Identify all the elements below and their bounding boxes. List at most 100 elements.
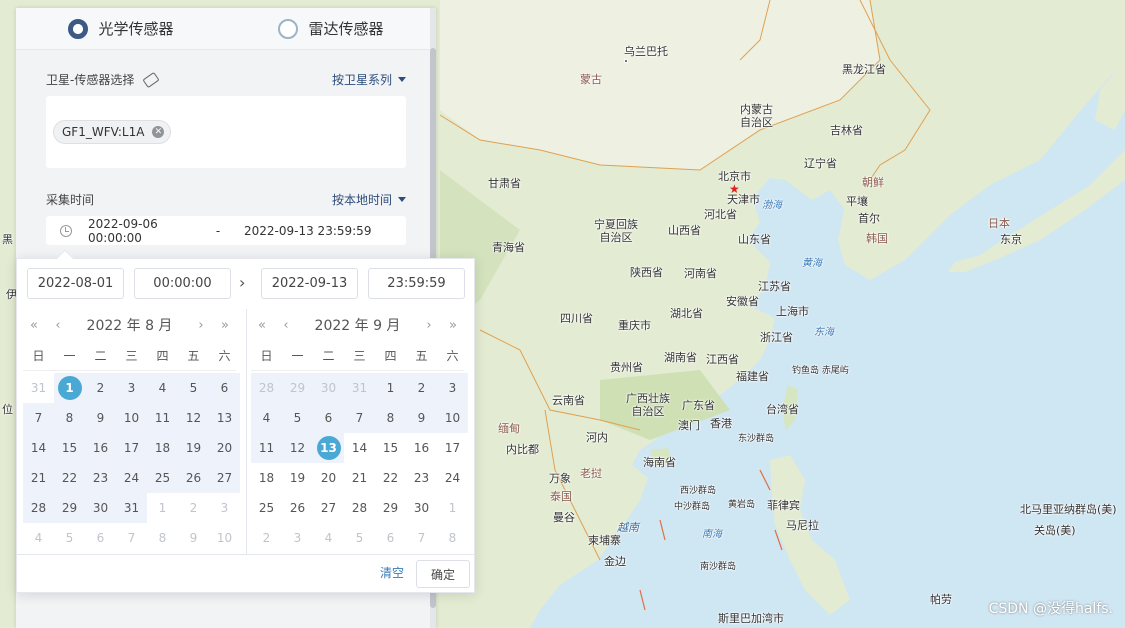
calendar-day[interactable]: 5 [54, 523, 85, 553]
next-month-icon[interactable]: › [192, 318, 210, 333]
calendar-day[interactable]: 21 [23, 463, 54, 493]
calendar-day[interactable]: 31 [344, 373, 375, 403]
calendar-day[interactable]: 16 [85, 433, 116, 463]
calendar-day[interactable]: 10 [437, 403, 468, 433]
calendar-day[interactable]: 9 [178, 523, 209, 553]
satellite-series-dropdown[interactable]: 按卫星系列 [332, 71, 406, 88]
tag-close-icon[interactable]: ✕ [152, 126, 165, 138]
calendar-day[interactable]: 23 [85, 463, 116, 493]
calendar-day[interactable]: 4 [23, 523, 54, 553]
calendar-day[interactable]: 3 [282, 523, 313, 553]
calendar-day[interactable]: 22 [54, 463, 85, 493]
calendar-day[interactable]: 17 [437, 433, 468, 463]
calendar-day[interactable]: 5 [344, 523, 375, 553]
calendar-day[interactable]: 19 [178, 433, 209, 463]
datetime-range-input[interactable]: 2022-09-06 00:00:00 - 2022-09-13 23:59:5… [46, 216, 406, 245]
calendar-day[interactable]: 27 [209, 463, 240, 493]
calendar-day[interactable]: 1 [147, 493, 178, 523]
calendar-day[interactable]: 1 [437, 493, 468, 523]
range-end-text[interactable]: 2022-09-13 23:59:59 [230, 224, 371, 238]
tab-optical-sensor[interactable]: 光学传感器 [16, 8, 226, 49]
calendar-day[interactable]: 25 [147, 463, 178, 493]
calendar-day[interactable]: 7 [406, 523, 437, 553]
calendar-day[interactable]: 2 [85, 373, 116, 403]
calendar-day[interactable]: 29 [282, 373, 313, 403]
calendar-day[interactable]: 4 [251, 403, 282, 433]
calendar-day[interactable]: 14 [23, 433, 54, 463]
next-year-icon[interactable]: » [444, 318, 462, 333]
calendar-day-selected[interactable]: 13 [313, 433, 344, 463]
prev-year-icon[interactable]: « [253, 318, 271, 333]
clear-button[interactable]: 清空 [380, 564, 404, 581]
calendar-day[interactable]: 15 [54, 433, 85, 463]
calendar-day[interactable]: 29 [375, 493, 406, 523]
next-year-icon[interactable]: » [216, 318, 234, 333]
calendar-day[interactable]: 26 [178, 463, 209, 493]
calendar-day[interactable]: 6 [209, 373, 240, 403]
calendar-day[interactable]: 27 [313, 493, 344, 523]
calendar-day[interactable]: 3 [209, 493, 240, 523]
prev-month-icon[interactable]: ‹ [277, 318, 295, 333]
calendar-day[interactable]: 30 [85, 493, 116, 523]
calendar-day[interactable]: 8 [437, 523, 468, 553]
calendar-day[interactable]: 28 [251, 373, 282, 403]
next-month-icon[interactable]: › [420, 318, 438, 333]
calendar-day[interactable]: 8 [147, 523, 178, 553]
calendar-day[interactable]: 22 [375, 463, 406, 493]
confirm-button[interactable]: 确定 [416, 560, 470, 588]
calendar-day[interactable]: 6 [85, 523, 116, 553]
calendar-day[interactable]: 16 [406, 433, 437, 463]
satellite-sensor-select[interactable]: GF1_WFV:L1A ✕ [46, 96, 406, 168]
calendar-day[interactable]: 31 [23, 373, 54, 403]
calendar-day[interactable]: 4 [313, 523, 344, 553]
calendar-day[interactable]: 23 [406, 463, 437, 493]
calendar-day[interactable]: 9 [85, 403, 116, 433]
start-time-input[interactable]: 00:00:00 [134, 268, 231, 299]
calendar-day[interactable]: 29 [54, 493, 85, 523]
prev-year-icon[interactable]: « [25, 318, 43, 333]
calendar-day[interactable]: 13 [209, 403, 240, 433]
end-date-input[interactable]: 2022-09-13 [261, 268, 358, 299]
calendar-day[interactable]: 24 [437, 463, 468, 493]
calendar-day[interactable]: 12 [282, 433, 313, 463]
calendar-day[interactable]: 28 [23, 493, 54, 523]
local-time-dropdown[interactable]: 按本地时间 [332, 191, 406, 208]
calendar-day[interactable]: 10 [209, 523, 240, 553]
calendar-day[interactable]: 10 [116, 403, 147, 433]
start-date-input[interactable]: 2022-08-01 [27, 268, 124, 299]
calendar-day[interactable]: 8 [375, 403, 406, 433]
calendar-day[interactable]: 3 [437, 373, 468, 403]
calendar-day[interactable]: 11 [251, 433, 282, 463]
radio-unchecked-icon[interactable] [278, 18, 299, 39]
prev-month-icon[interactable]: ‹ [49, 318, 67, 333]
calendar-day[interactable]: 31 [116, 493, 147, 523]
calendar-day[interactable]: 15 [375, 433, 406, 463]
calendar-day[interactable]: 5 [178, 373, 209, 403]
calendar-day[interactable]: 28 [344, 493, 375, 523]
calendar-day[interactable]: 25 [251, 493, 282, 523]
calendar-day[interactable]: 7 [116, 523, 147, 553]
calendar-day[interactable]: 21 [344, 463, 375, 493]
calendar-day[interactable]: 30 [313, 373, 344, 403]
calendar-day[interactable]: 20 [209, 433, 240, 463]
calendar-day[interactable]: 8 [54, 403, 85, 433]
radio-checked-icon[interactable] [68, 18, 89, 39]
calendar-day[interactable]: 17 [116, 433, 147, 463]
calendar-day[interactable]: 5 [282, 403, 313, 433]
calendar-day[interactable]: 30 [406, 493, 437, 523]
calendar-day[interactable]: 4 [147, 373, 178, 403]
calendar-day[interactable]: 7 [23, 403, 54, 433]
calendar-day[interactable]: 1 [375, 373, 406, 403]
end-time-input[interactable]: 23:59:59 [368, 268, 465, 299]
range-start-text[interactable]: 2022-09-06 00:00:00 [88, 217, 206, 245]
calendar-day[interactable]: 11 [147, 403, 178, 433]
calendar-day[interactable]: 6 [375, 523, 406, 553]
calendar-day[interactable]: 14 [344, 433, 375, 463]
calendar-day[interactable]: 18 [147, 433, 178, 463]
calendar-day[interactable]: 12 [178, 403, 209, 433]
calendar-day[interactable]: 20 [313, 463, 344, 493]
calendar-day[interactable]: 3 [116, 373, 147, 403]
calendar-day[interactable]: 18 [251, 463, 282, 493]
calendar-day[interactable]: 9 [406, 403, 437, 433]
eraser-icon[interactable] [142, 71, 160, 88]
